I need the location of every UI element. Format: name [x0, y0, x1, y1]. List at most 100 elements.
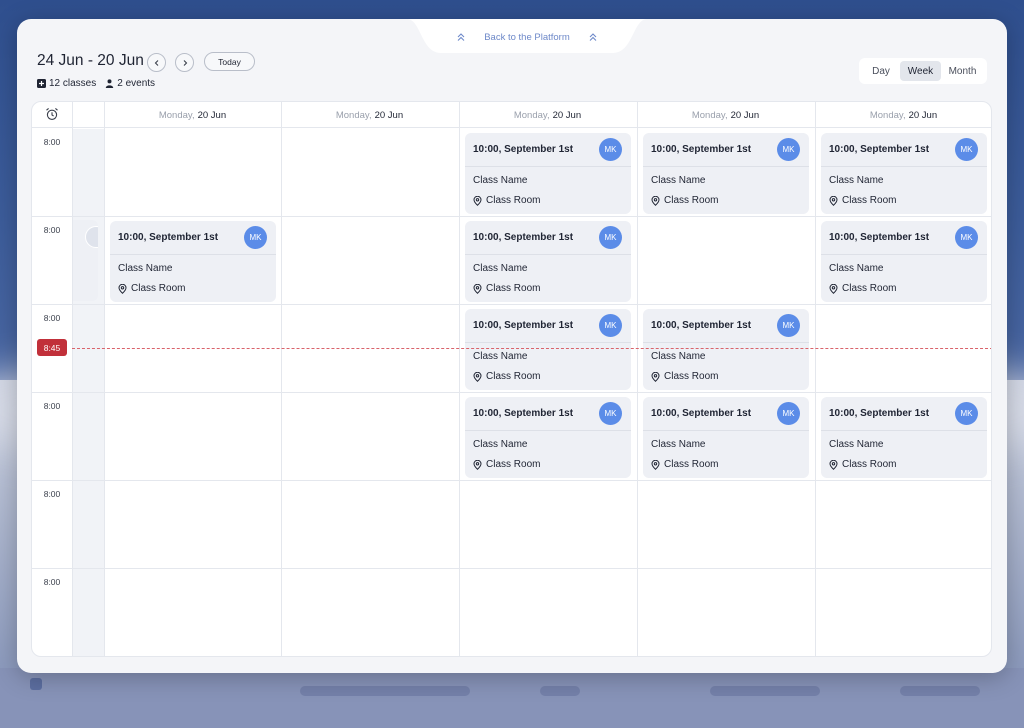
summary-counts: 12 classes 2 events: [37, 78, 155, 89]
event-card[interactable]: 10:00, September 1st MK Class Name Class Ro…: [465, 397, 631, 478]
back-link-label: Back to the Platform: [484, 31, 570, 43]
avatar: MK: [955, 138, 978, 161]
avatar: MK: [955, 226, 978, 249]
event-time: 10:00, September 1st: [829, 408, 930, 419]
avatar: MK: [777, 402, 800, 425]
event-card[interactable]: 10:00, September 1st MK Class Name Class Ro…: [643, 133, 809, 214]
people-icon: [106, 79, 114, 88]
location-pin-icon: [829, 283, 838, 294]
location-pin-icon: [829, 459, 838, 470]
event-room-label: Class Room: [842, 459, 897, 470]
event-room: Class Room: [473, 195, 540, 206]
view-toggle: Day Week Month: [859, 58, 987, 84]
event-room-label: Class Room: [664, 371, 719, 382]
event-room: Class Room: [829, 459, 896, 470]
event-room: Class Room: [829, 283, 896, 294]
background-blob: [710, 686, 820, 696]
event-divider: [643, 342, 809, 343]
next-week-button[interactable]: [175, 53, 194, 72]
day-column-header: Monday, 20 Jun: [637, 102, 814, 128]
view-month-button[interactable]: Month: [941, 61, 984, 81]
event-name: Class Name: [829, 175, 884, 186]
day-name: Monday,: [691, 109, 728, 121]
event-card[interactable]: 10:00, September 1st MK Class Name Class Ro…: [643, 309, 809, 390]
day-date: 20 Jun: [552, 109, 582, 121]
event-name: Class Name: [829, 439, 884, 450]
avatar: MK: [777, 314, 800, 337]
background-taskbar: [0, 668, 1024, 728]
events-count: 2 events: [117, 78, 156, 89]
calendar-panel: Back to the Platform 24 Jun - 20 Jun Tod…: [17, 19, 1007, 673]
event-name: Class Name: [829, 263, 884, 274]
plus-square-icon: [37, 79, 46, 88]
time-slot-label: 8:00: [43, 313, 61, 323]
event-card[interactable]: 10:00, September 1st MK Class Name Class Ro…: [821, 133, 987, 214]
event-card[interactable]: 10:00, September 1st MK Class Name Class Ro…: [465, 221, 631, 302]
event-room-label: Class Room: [486, 459, 541, 470]
week-grid: Monday, 20 Jun Monday, 20 Jun Monday, 20 Jun M…: [31, 101, 992, 657]
scrolled-day-strip: [73, 129, 104, 656]
event-card[interactable]: 10:00, September 1st MK Class Name Class Ro…: [110, 221, 276, 302]
day-name: Monday,: [158, 109, 195, 121]
double-chevron-up-icon: [457, 33, 465, 41]
location-pin-icon: [473, 459, 482, 470]
location-pin-icon: [651, 195, 660, 206]
partial-event-card[interactable]: [73, 220, 98, 301]
day-name: Monday,: [869, 109, 906, 121]
classes-count: 12 classes: [49, 78, 97, 89]
time-slot-label: 8:00: [43, 401, 61, 411]
event-room: Class Room: [473, 459, 540, 470]
today-button[interactable]: Today: [204, 52, 255, 71]
event-room-label: Class Room: [131, 283, 186, 294]
column-divider: [815, 102, 816, 656]
event-name: Class Name: [473, 175, 528, 186]
event-divider: [465, 342, 631, 343]
event-room-label: Class Room: [486, 195, 541, 206]
day-name: Monday,: [335, 109, 372, 121]
event-time: 10:00, September 1st: [651, 408, 752, 419]
chevron-right-icon: [183, 59, 187, 66]
event-divider: [465, 166, 631, 167]
event-time: 10:00, September 1st: [473, 408, 574, 419]
event-card[interactable]: 10:00, September 1st MK Class Name Class Ro…: [465, 133, 631, 214]
row-divider: [32, 568, 991, 569]
event-room: Class Room: [473, 283, 540, 294]
view-day-button[interactable]: Day: [862, 61, 900, 81]
current-time-badge: 8:45: [37, 339, 67, 356]
location-pin-icon: [829, 195, 838, 206]
event-name: Class Name: [651, 351, 706, 362]
location-pin-icon: [473, 195, 482, 206]
event-time: 10:00, September 1st: [118, 232, 219, 243]
chevron-left-icon: [154, 59, 158, 66]
event-time: 10:00, September 1st: [651, 144, 752, 155]
location-pin-icon: [473, 371, 482, 382]
avatar: MK: [599, 402, 622, 425]
grid-header-row: Monday, 20 Jun Monday, 20 Jun Monday, 20 Jun M…: [32, 102, 991, 128]
event-card[interactable]: 10:00, September 1st MK Class Name Class Ro…: [821, 221, 987, 302]
event-card[interactable]: 10:00, September 1st MK Class Name Class Ro…: [465, 309, 631, 390]
day-column-header: Monday, 20 Jun: [459, 102, 636, 128]
event-card[interactable]: 10:00, September 1st MK Class Name Class Ro…: [643, 397, 809, 478]
time-slot-label: 8:00: [43, 489, 61, 499]
event-time: 10:00, September 1st: [473, 144, 574, 155]
event-divider: [821, 254, 987, 255]
event-room-label: Class Room: [664, 195, 719, 206]
day-column-header: Monday, 20 Jun: [281, 102, 458, 128]
prev-week-button[interactable]: [147, 53, 166, 72]
event-time: 10:00, September 1st: [829, 232, 930, 243]
event-time: 10:00, September 1st: [651, 320, 752, 331]
avatar: MK: [599, 226, 622, 249]
day-date: 20 Jun: [730, 109, 760, 121]
avatar: MK: [599, 314, 622, 337]
column-divider: [637, 102, 638, 656]
row-divider: [32, 216, 991, 217]
back-to-platform-link[interactable]: Back to the Platform: [407, 19, 647, 75]
avatar: [85, 226, 98, 248]
event-card[interactable]: 10:00, September 1st MK Class Name Class Ro…: [821, 397, 987, 478]
event-room: Class Room: [651, 195, 718, 206]
event-room: Class Room: [118, 283, 185, 294]
view-week-button[interactable]: Week: [900, 61, 941, 81]
avatar: MK: [955, 402, 978, 425]
event-divider: [821, 166, 987, 167]
event-name: Class Name: [651, 439, 706, 450]
